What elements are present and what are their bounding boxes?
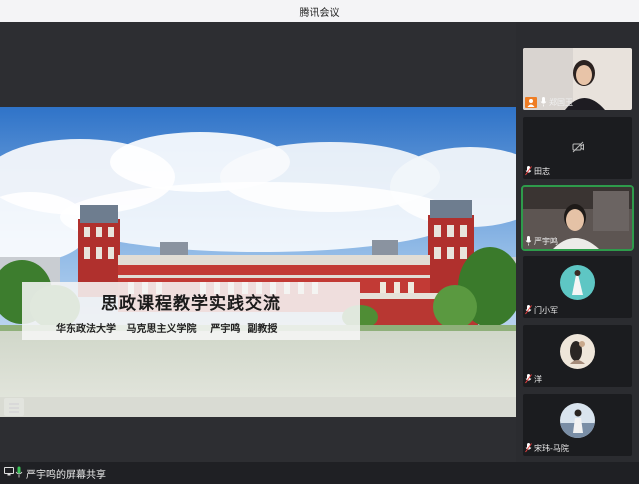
window-title: 腾讯会议 bbox=[299, 8, 340, 19]
slide-menu-button[interactable] bbox=[4, 398, 24, 416]
screen-share-area[interactable]: 思政课程教学实践交流 华东政法大学 马克思主义学院 严宇鸣 副教授 bbox=[0, 22, 516, 462]
meeting-window: 腾讯会议 思政课程教学实践交流 华东政法大学 马克思主义学院 严宇鸣 副教授 郑… bbox=[0, 0, 639, 484]
participant-name-row: 严宇鸣 bbox=[525, 235, 558, 247]
mic-muted-icon bbox=[525, 443, 532, 453]
participant-tile[interactable]: 洋 bbox=[523, 325, 632, 387]
participant-tile-active[interactable]: 严宇鸣 bbox=[521, 185, 634, 251]
campus-building-photo bbox=[0, 107, 516, 417]
participant-name: 门小军 bbox=[534, 305, 558, 315]
mic-icon bbox=[525, 236, 532, 246]
mic-icon[interactable] bbox=[15, 466, 23, 478]
person-icon bbox=[525, 96, 537, 108]
presentation-slide: 思政课程教学实践交流 华东政法大学 马克思主义学院 严宇鸣 副教授 bbox=[0, 107, 516, 417]
slide-title: 思政课程教学实践交流 bbox=[101, 294, 281, 314]
participant-panel: 郑国玉 田志 严宇鸣 门小军 洋 宋玮-马院 bbox=[516, 22, 639, 462]
mic-muted-icon bbox=[525, 305, 532, 315]
participant-tile[interactable]: 田志 bbox=[523, 117, 632, 179]
participant-name: 郑国玉 bbox=[549, 97, 573, 107]
participant-name: 洋 bbox=[534, 374, 542, 384]
slide-title-band: 思政课程教学实践交流 华东政法大学 马克思主义学院 严宇鸣 副教授 bbox=[22, 282, 360, 340]
mic-muted-icon bbox=[525, 374, 532, 384]
screen-share-status: 严宇鸣的屏幕共享 bbox=[26, 470, 106, 481]
participant-tile[interactable]: 郑国玉 bbox=[523, 48, 632, 110]
mic-icon bbox=[540, 97, 547, 107]
title-bar: 腾讯会议 bbox=[0, 0, 639, 23]
participant-name: 田志 bbox=[534, 166, 550, 176]
participant-name: 宋玮-马院 bbox=[534, 443, 569, 453]
participant-avatar bbox=[560, 334, 595, 369]
participant-name-row: 田志 bbox=[525, 165, 550, 177]
participant-name-row: 洋 bbox=[525, 373, 542, 385]
participant-avatar bbox=[560, 265, 595, 300]
mic-muted-icon bbox=[525, 166, 532, 176]
participant-name-row: 门小军 bbox=[525, 304, 558, 316]
camera-off-icon bbox=[572, 141, 584, 153]
participant-name-row: 宋玮-马院 bbox=[525, 442, 569, 454]
participant-tile[interactable]: 宋玮-马院 bbox=[523, 394, 632, 456]
slide-subtitle: 华东政法大学 马克思主义学院 严宇鸣 副教授 bbox=[56, 324, 278, 335]
participant-name: 严宇鸣 bbox=[534, 236, 558, 246]
participant-name-row: 郑国玉 bbox=[525, 96, 573, 108]
participant-tile[interactable]: 门小军 bbox=[523, 256, 632, 318]
bottom-status-bar: 严宇鸣的屏幕共享 bbox=[0, 462, 639, 484]
participant-avatar bbox=[560, 403, 595, 438]
screen-share-icon[interactable] bbox=[4, 467, 14, 476]
